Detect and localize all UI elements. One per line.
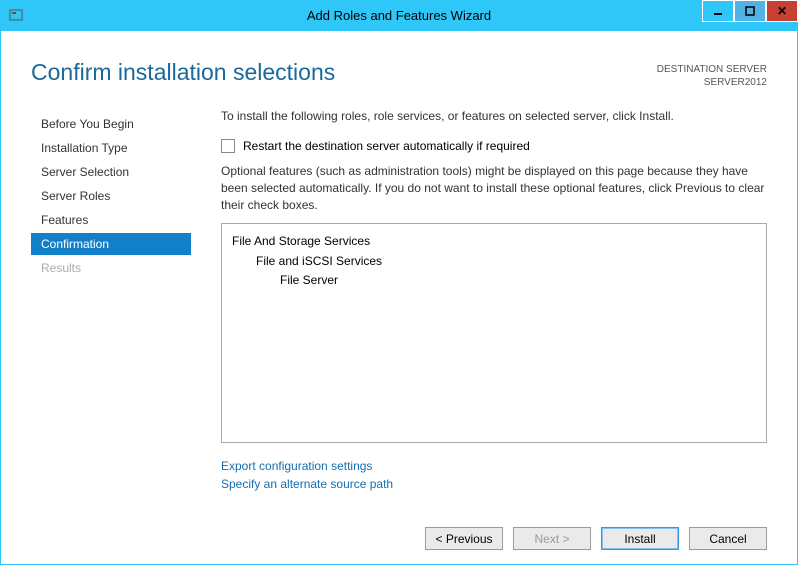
cancel-button[interactable]: Cancel bbox=[689, 527, 767, 550]
intro-text: To install the following roles, role ser… bbox=[221, 109, 767, 123]
header: Confirm installation selections DESTINAT… bbox=[1, 31, 797, 89]
destination-label: DESTINATION SERVER bbox=[657, 63, 767, 76]
wizard-step-features[interactable]: Features bbox=[31, 209, 191, 231]
wizard-buttons: < Previous Next > Install Cancel bbox=[425, 527, 767, 550]
action-links: Export configuration settings Specify an… bbox=[221, 457, 767, 493]
destination-server-block: DESTINATION SERVER SERVER2012 bbox=[657, 59, 767, 89]
maximize-button[interactable] bbox=[734, 0, 766, 22]
minimize-button[interactable] bbox=[702, 0, 734, 22]
wizard-step-server-selection[interactable]: Server Selection bbox=[31, 161, 191, 183]
content-area: To install the following roles, role ser… bbox=[191, 109, 767, 493]
close-button[interactable]: ✕ bbox=[766, 0, 798, 22]
restart-checkbox-row: Restart the destination server automatic… bbox=[221, 139, 767, 153]
wizard-step-installation-type[interactable]: Installation Type bbox=[31, 137, 191, 159]
wizard-step-results: Results bbox=[31, 257, 191, 279]
window-title: Add Roles and Features Wizard bbox=[307, 8, 491, 23]
restart-checkbox[interactable] bbox=[221, 139, 235, 153]
window-body: Confirm installation selections DESTINAT… bbox=[0, 30, 798, 565]
app-icon bbox=[6, 5, 26, 25]
page-title: Confirm installation selections bbox=[31, 59, 335, 86]
wizard-step-confirmation[interactable]: Confirmation bbox=[31, 233, 191, 255]
role-item: File and iSCSI Services bbox=[232, 252, 756, 271]
role-item: File And Storage Services bbox=[232, 232, 756, 251]
previous-button[interactable]: < Previous bbox=[425, 527, 503, 550]
wizard-step-server-roles[interactable]: Server Roles bbox=[31, 185, 191, 207]
role-item: File Server bbox=[232, 271, 756, 290]
next-button: Next > bbox=[513, 527, 591, 550]
wizard-step-before-you-begin[interactable]: Before You Begin bbox=[31, 113, 191, 135]
alternate-source-link[interactable]: Specify an alternate source path bbox=[221, 475, 767, 493]
window-controls: ✕ bbox=[702, 0, 798, 22]
wizard-steps-sidebar: Before You BeginInstallation TypeServer … bbox=[31, 109, 191, 493]
optional-features-text: Optional features (such as administratio… bbox=[221, 163, 767, 213]
install-button[interactable]: Install bbox=[601, 527, 679, 550]
selected-roles-list: File And Storage ServicesFile and iSCSI … bbox=[221, 223, 767, 443]
export-settings-link[interactable]: Export configuration settings bbox=[221, 457, 767, 475]
titlebar: Add Roles and Features Wizard ✕ bbox=[0, 0, 798, 30]
restart-checkbox-label: Restart the destination server automatic… bbox=[243, 139, 530, 153]
destination-server: SERVER2012 bbox=[657, 76, 767, 89]
